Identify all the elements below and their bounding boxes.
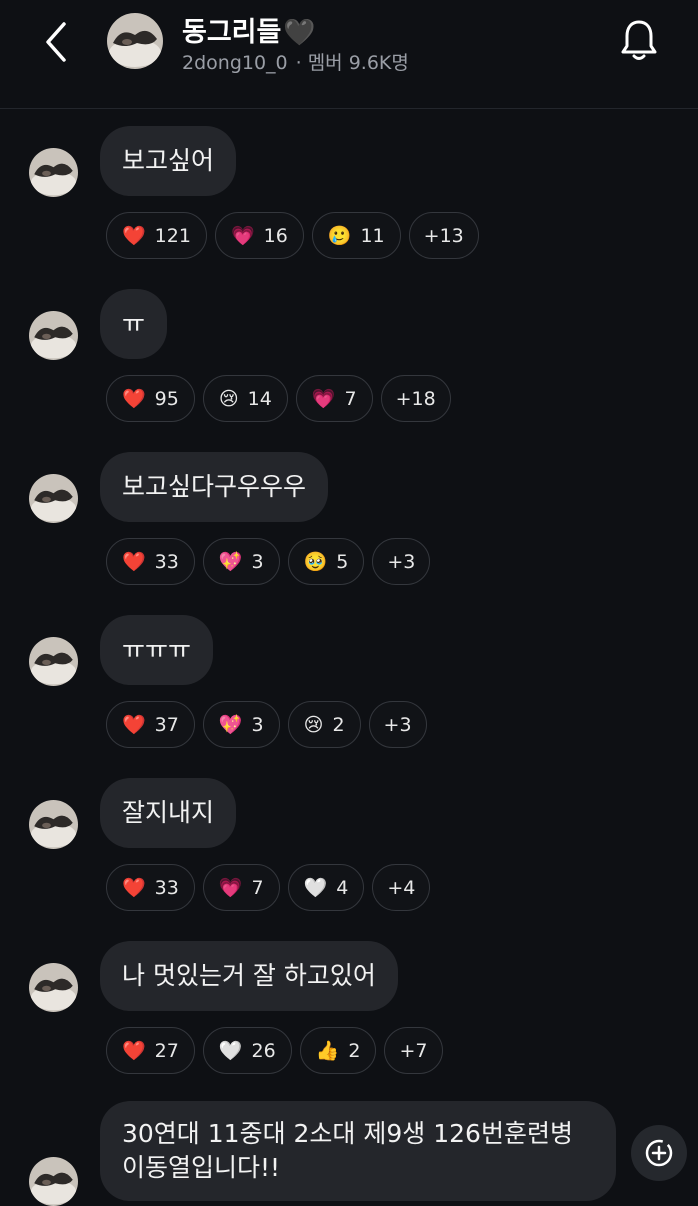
reaction-chip[interactable]: 👍 2 — [299, 1027, 377, 1074]
reaction-chip[interactable]: 🥲 11 — [311, 212, 401, 259]
white-heart-icon: 🤍 — [303, 877, 328, 899]
reaction-count: 16 — [263, 224, 288, 247]
channel-title: 동그리들🖤 — [182, 10, 316, 49]
notification-button[interactable] — [618, 16, 660, 64]
message-bubble[interactable]: 나 멋있는거 잘 하고있어 — [100, 941, 398, 1011]
red-heart-icon: ❤️ — [122, 714, 146, 736]
reaction-count: 2 — [348, 1039, 361, 1062]
reaction-count: 95 — [154, 387, 179, 410]
message-bubble[interactable]: 30연대 11중대 2소대 제9생 126번훈련병 이동열입니다!! — [100, 1101, 616, 1201]
tear-smile-icon: 🥲 — [327, 225, 352, 247]
message-bubble[interactable]: ㅠ — [100, 289, 168, 359]
white-heart-icon: 🤍 — [218, 1040, 243, 1062]
more-reactions-chip[interactable]: +7 — [384, 1027, 443, 1074]
reaction-bar: ❤️ 27 🤍 26 👍 2 +7 — [106, 1027, 443, 1074]
reaction-chip[interactable]: ❤️ 121 — [106, 212, 207, 259]
reaction-count: 3 — [251, 713, 264, 736]
reaction-chip[interactable]: ❤️ 37 — [106, 701, 195, 748]
reaction-chip[interactable]: 💗 16 — [214, 212, 304, 259]
back-button[interactable] — [38, 18, 78, 66]
message-bubble[interactable]: 보고싶어 — [100, 126, 237, 196]
message-bubble[interactable]: ㅠㅠㅠ — [100, 615, 214, 685]
reaction-bar: ❤️ 33 💗 7 🤍 4 +4 — [106, 864, 431, 911]
reaction-count: 3 — [251, 550, 264, 573]
reaction-count: 4 — [336, 876, 349, 899]
reaction-chip[interactable]: 😢 14 — [202, 375, 288, 422]
more-reactions-chip[interactable]: +13 — [408, 212, 479, 259]
member-count: 멤버 9.6K명 — [307, 52, 409, 74]
reaction-chip[interactable]: ❤️ 95 — [106, 375, 195, 422]
message-bubble[interactable]: 잘지내지 — [100, 778, 237, 848]
channel-subtitle: 2dong10_0 · 멤버 9.6K명 — [182, 48, 409, 75]
reaction-count: 7 — [344, 387, 357, 410]
reaction-chip[interactable]: 💗 7 — [202, 864, 280, 911]
more-reactions-chip[interactable]: +18 — [380, 375, 451, 422]
holding-tears-icon: 🥹 — [303, 551, 328, 573]
message-line: 30연대 11중대 2소대 제9생 126번훈련병 — [122, 1119, 573, 1148]
add-reaction-button[interactable] — [631, 1125, 687, 1181]
more-reactions-chip[interactable]: +3 — [372, 538, 431, 585]
reaction-chip[interactable]: 💗 7 — [295, 375, 373, 422]
reaction-chip[interactable]: 😢 2 — [287, 701, 361, 748]
sender-avatar[interactable] — [29, 311, 78, 360]
black-heart-icon: 🖤 — [283, 18, 316, 48]
channel-handle: 2dong10_0 — [182, 52, 288, 74]
red-heart-icon: ❤️ — [122, 225, 146, 247]
message-bubble[interactable]: 보고싶다구우우우 — [100, 452, 329, 522]
add-circle-icon — [645, 1139, 673, 1167]
sparkling-heart-icon: 💖 — [218, 714, 243, 736]
reaction-chip[interactable]: 💖 3 — [202, 538, 280, 585]
bell-icon — [621, 20, 657, 60]
sender-avatar[interactable] — [29, 474, 78, 523]
reaction-chip[interactable]: 🤍 26 — [202, 1027, 292, 1074]
sender-avatar[interactable] — [29, 963, 78, 1012]
pink-heart-icon: 💗 — [311, 388, 336, 410]
red-heart-icon: ❤️ — [122, 877, 146, 899]
red-heart-icon: ❤️ — [122, 388, 146, 410]
red-heart-icon: ❤️ — [122, 1040, 146, 1062]
reaction-bar: ❤️ 33 💖 3 🥹 5 +3 — [106, 538, 431, 585]
pink-heart-icon: 💗 — [230, 225, 255, 247]
sparkling-heart-icon: 💖 — [218, 551, 243, 573]
reaction-count: 26 — [251, 1039, 276, 1062]
red-heart-icon: ❤️ — [122, 551, 146, 573]
sender-avatar[interactable] — [29, 800, 78, 849]
thumbs-up-icon: 👍 — [315, 1040, 340, 1062]
reaction-bar: ❤️ 121 💗 16 🥲 11 +13 — [106, 212, 479, 259]
chat-header: 동그리들🖤 2dong10_0 · 멤버 9.6K명 — [0, 0, 698, 109]
more-reactions-chip[interactable]: +3 — [368, 701, 427, 748]
reaction-chip[interactable]: 🤍 4 — [287, 864, 365, 911]
reaction-chip[interactable]: ❤️ 33 — [106, 864, 195, 911]
reaction-chip[interactable]: 🥹 5 — [287, 538, 365, 585]
reaction-count: 37 — [154, 713, 179, 736]
sender-avatar[interactable] — [29, 637, 78, 686]
reaction-bar: ❤️ 37 💖 3 😢 2 +3 — [106, 701, 427, 748]
pink-heart-icon: 💗 — [218, 877, 243, 899]
separator-dot: · — [295, 52, 302, 74]
channel-title-text: 동그리들 — [182, 17, 282, 48]
reaction-count: 5 — [336, 550, 349, 573]
chevron-left-icon — [46, 22, 66, 62]
reaction-count: 33 — [154, 876, 179, 899]
reaction-count: 14 — [247, 387, 272, 410]
reaction-chip[interactable]: ❤️ 33 — [106, 538, 195, 585]
crying-face-icon: 😢 — [303, 713, 324, 736]
sender-avatar[interactable] — [29, 148, 78, 197]
more-reactions-chip[interactable]: +4 — [372, 864, 431, 911]
reaction-chip[interactable]: ❤️ 27 — [106, 1027, 195, 1074]
reaction-count: 121 — [154, 224, 191, 247]
reaction-count: 33 — [154, 550, 179, 573]
reaction-bar: ❤️ 95 😢 14 💗 7 +18 — [106, 375, 451, 422]
channel-avatar[interactable] — [107, 13, 163, 69]
reaction-count: 11 — [360, 224, 385, 247]
reaction-chip[interactable]: 💖 3 — [202, 701, 280, 748]
crying-face-icon: 😢 — [218, 387, 239, 410]
message-line: 이동열입니다!! — [122, 1153, 281, 1182]
reaction-count: 2 — [332, 713, 345, 736]
reaction-count: 7 — [251, 876, 264, 899]
reaction-count: 27 — [154, 1039, 179, 1062]
sender-avatar[interactable] — [29, 1157, 78, 1206]
